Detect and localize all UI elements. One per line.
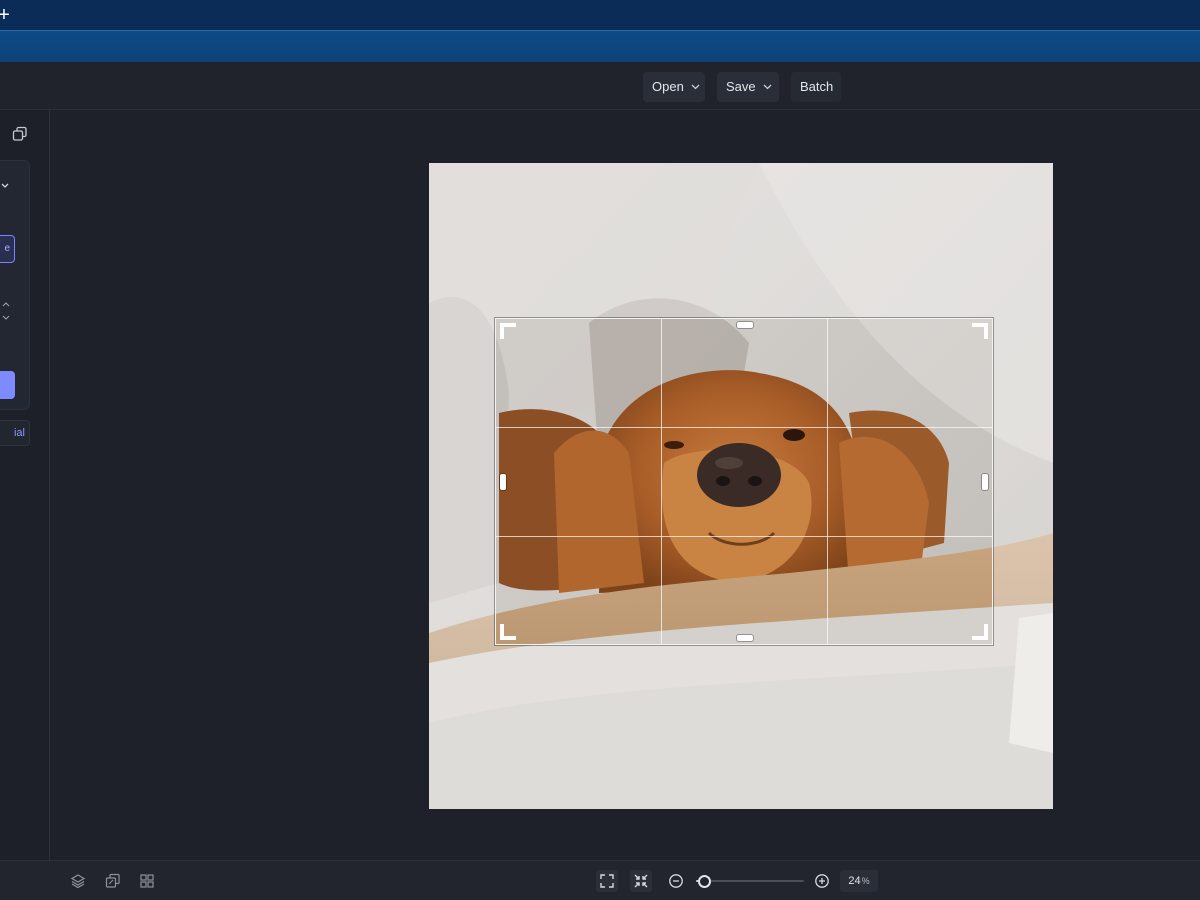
- crop-handle-right[interactable]: [982, 474, 988, 490]
- batch-button-label: Batch: [800, 79, 834, 94]
- zoom-value: 24: [848, 875, 861, 887]
- grid-line: [496, 535, 992, 537]
- canvas-area[interactable]: [50, 110, 1200, 860]
- crop-handle-bottom[interactable]: [737, 635, 753, 641]
- app-header: Open Save Batch: [0, 62, 1200, 110]
- grid-line: [826, 319, 828, 644]
- grid-line: [661, 319, 663, 644]
- zoom-out-icon[interactable]: [666, 871, 686, 891]
- open-button-label: Open: [652, 79, 684, 94]
- chevron-down-icon[interactable]: [1, 181, 9, 191]
- browser-tab-bar: +: [0, 0, 1200, 30]
- crop-handle-top-right[interactable]: [972, 323, 988, 339]
- bottom-toolbar: 24%: [0, 860, 1200, 900]
- save-button-label: Save: [726, 79, 756, 94]
- crop-selection[interactable]: [495, 318, 993, 645]
- open-button[interactable]: Open: [643, 72, 705, 102]
- browser-toolbar: [0, 30, 1200, 62]
- zoom-unit: %: [861, 876, 870, 886]
- crop-handle-bottom-left[interactable]: [500, 624, 516, 640]
- crop-handle-top[interactable]: [737, 322, 753, 328]
- tutorial-link-button[interactable]: ial: [0, 420, 30, 446]
- grid-view-icon[interactable]: [137, 871, 157, 891]
- image-canvas[interactable]: [429, 163, 1053, 809]
- chevron-down-icon: [763, 72, 772, 102]
- zoom-slider[interactable]: [696, 875, 804, 888]
- crop-handle-left[interactable]: [500, 474, 506, 490]
- stepper-arrows-icon[interactable]: [1, 301, 11, 324]
- batch-button[interactable]: Batch: [791, 72, 841, 102]
- zoom-level[interactable]: 24%: [840, 870, 878, 892]
- zoom-in-icon[interactable]: [812, 871, 832, 891]
- layers-icon[interactable]: [68, 871, 88, 891]
- settings-card: e: [0, 160, 30, 410]
- copy-icon[interactable]: [12, 126, 28, 142]
- grid-line: [496, 427, 992, 429]
- chevron-down-icon: [691, 72, 700, 102]
- new-tab-button[interactable]: +: [0, 4, 12, 26]
- side-panel: e ial: [0, 110, 50, 860]
- actual-size-icon[interactable]: [630, 870, 652, 892]
- option-button[interactable]: e: [0, 235, 15, 263]
- zoom-slider-track: [696, 880, 804, 882]
- crop-handle-bottom-right[interactable]: [972, 624, 988, 640]
- duplicate-icon[interactable]: [103, 871, 123, 891]
- crop-handle-top-left[interactable]: [500, 323, 516, 339]
- save-button[interactable]: Save: [717, 72, 779, 102]
- apply-button[interactable]: [0, 371, 15, 399]
- zoom-slider-thumb[interactable]: [697, 875, 711, 888]
- fit-screen-icon[interactable]: [596, 870, 618, 892]
